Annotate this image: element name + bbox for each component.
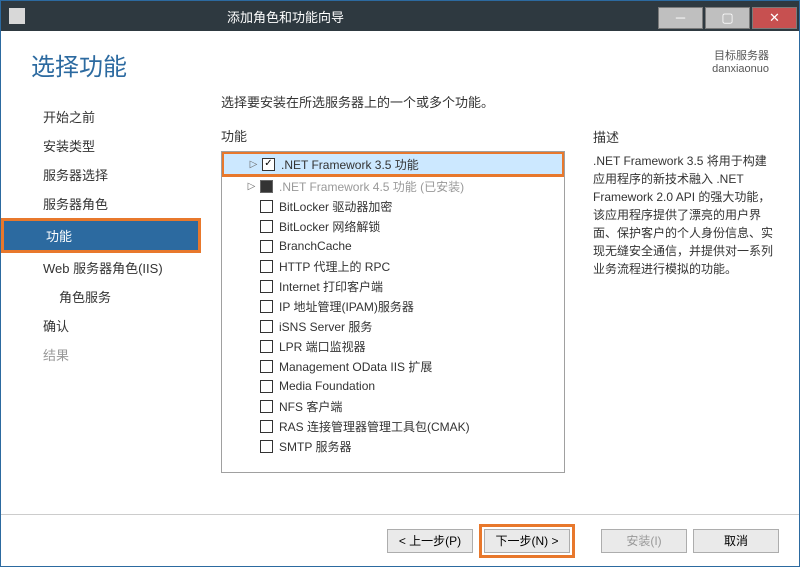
window-title: 添加角色和功能向导 (33, 7, 658, 26)
feature-row[interactable]: IP 地址管理(IPAM)服务器 (222, 296, 564, 316)
expand-icon (246, 301, 257, 312)
feature-row[interactable]: RAS 连接管理器管理工具包(CMAK) (222, 416, 564, 436)
maximize-button[interactable]: ▢ (705, 7, 750, 29)
expand-icon (246, 401, 257, 412)
feature-label: RAS 连接管理器管理工具包(CMAK) (279, 418, 470, 435)
feature-row[interactable]: Internet 打印客户端 (222, 276, 564, 296)
feature-row[interactable]: BranchCache (222, 236, 564, 256)
sidebar-item-before-begin[interactable]: 开始之前 (1, 102, 201, 131)
feature-label: .NET Framework 4.5 功能 (已安装) (279, 178, 464, 195)
checkbox[interactable] (260, 320, 273, 333)
checkbox[interactable] (260, 280, 273, 293)
checkbox-net35[interactable] (262, 158, 275, 171)
sidebar-item-role-services[interactable]: 角色服务 (1, 282, 201, 311)
features-list[interactable]: ▷ .NET Framework 3.5 功能 ▷ .NET Framework… (221, 151, 565, 473)
titlebar: 添加角色和功能向导 ─ ▢ ✕ (1, 1, 799, 31)
feature-row[interactable]: HTTP 代理上的 RPC (222, 256, 564, 276)
feature-label: Media Foundation (279, 379, 375, 393)
sidebar-item-server-roles[interactable]: 服务器角色 (1, 189, 201, 218)
feature-row[interactable]: BitLocker 网络解锁 (222, 216, 564, 236)
checkbox[interactable] (260, 420, 273, 433)
feature-label: LPR 端口监视器 (279, 338, 366, 355)
checkbox[interactable] (260, 220, 273, 233)
feature-label: iSNS Server 服务 (279, 318, 372, 335)
target-value: danxiaonuo (712, 63, 769, 75)
sidebar-item-web-server-role[interactable]: Web 服务器角色(IIS) (1, 253, 201, 282)
expand-icon[interactable]: ▷ (248, 159, 259, 170)
expand-icon (246, 381, 257, 392)
feature-label: BitLocker 驱动器加密 (279, 198, 392, 215)
checkbox-net45[interactable] (260, 180, 273, 193)
feature-row[interactable]: SMTP 服务器 (222, 436, 564, 456)
checkbox[interactable] (260, 360, 273, 373)
checkbox[interactable] (260, 260, 273, 273)
instruction-text: 选择要安装在所选服务器上的一个或多个功能。 (221, 92, 565, 111)
sidebar-item-install-type[interactable]: 安装类型 (1, 131, 201, 160)
checkbox[interactable] (260, 240, 273, 253)
description-text: .NET Framework 3.5 将用于构建应用程序的新技术融入 .NET … (593, 152, 773, 278)
target-info: 目标服务器 danxiaonuo (712, 47, 769, 82)
install-button: 安装(I) (601, 529, 687, 553)
expand-icon (246, 281, 257, 292)
wizard-steps-sidebar: 开始之前 安装类型 服务器选择 服务器角色 功能 Web 服务器角色(IIS) … (1, 92, 201, 514)
expand-icon (246, 341, 257, 352)
wizard-window: 添加角色和功能向导 ─ ▢ ✕ 选择功能 目标服务器 danxiaonuo 开始… (0, 0, 800, 567)
description-label: 描述 (593, 127, 773, 146)
feature-label: .NET Framework 3.5 功能 (281, 156, 419, 173)
feature-row[interactable]: LPR 端口监视器 (222, 336, 564, 356)
feature-label: BitLocker 网络解锁 (279, 218, 380, 235)
checkbox[interactable] (260, 340, 273, 353)
expand-icon (246, 361, 257, 372)
feature-row[interactable]: iSNS Server 服务 (222, 316, 564, 336)
feature-row[interactable]: BitLocker 驱动器加密 (222, 196, 564, 216)
expand-icon (246, 321, 257, 332)
checkbox[interactable] (260, 400, 273, 413)
feature-row[interactable]: Media Foundation (222, 376, 564, 396)
feature-label: SMTP 服务器 (279, 438, 351, 455)
feature-label: NFS 客户端 (279, 398, 342, 415)
wizard-button-bar: < 上一步(P) 下一步(N) > 安装(I) 取消 (1, 514, 799, 566)
target-label: 目标服务器 (712, 47, 769, 63)
features-section-label: 功能 (221, 126, 565, 145)
feature-row[interactable]: NFS 客户端 (222, 396, 564, 416)
expand-icon (246, 201, 257, 212)
cancel-button[interactable]: 取消 (693, 529, 779, 553)
prev-button[interactable]: < 上一步(P) (387, 529, 473, 553)
sidebar-item-server-selection[interactable]: 服务器选择 (1, 160, 201, 189)
sidebar-item-results: 结果 (1, 340, 201, 369)
close-button[interactable]: ✕ (752, 7, 797, 29)
feature-label: IP 地址管理(IPAM)服务器 (279, 298, 414, 315)
expand-icon (246, 441, 257, 452)
feature-label: Management OData IIS 扩展 (279, 358, 432, 375)
sidebar-item-confirm[interactable]: 确认 (1, 311, 201, 340)
feature-label: HTTP 代理上的 RPC (279, 258, 390, 275)
minimize-button[interactable]: ─ (658, 7, 703, 29)
checkbox[interactable] (260, 440, 273, 453)
page-title: 选择功能 (31, 47, 127, 82)
expand-icon (246, 241, 257, 252)
expand-icon[interactable]: ▷ (246, 181, 257, 192)
feature-row-net45[interactable]: ▷ .NET Framework 4.5 功能 (已安装) (222, 176, 564, 196)
checkbox[interactable] (260, 380, 273, 393)
expand-icon (246, 221, 257, 232)
feature-row[interactable]: Management OData IIS 扩展 (222, 356, 564, 376)
sidebar-item-features[interactable]: 功能 (4, 221, 198, 250)
app-icon (9, 8, 25, 24)
next-button[interactable]: 下一步(N) > (484, 529, 570, 553)
checkbox[interactable] (260, 300, 273, 313)
feature-row-net35[interactable]: ▷ .NET Framework 3.5 功能 (224, 154, 562, 174)
expand-icon (246, 261, 257, 272)
feature-label: Internet 打印客户端 (279, 278, 383, 295)
expand-icon (246, 421, 257, 432)
checkbox[interactable] (260, 200, 273, 213)
feature-label: BranchCache (279, 239, 352, 253)
